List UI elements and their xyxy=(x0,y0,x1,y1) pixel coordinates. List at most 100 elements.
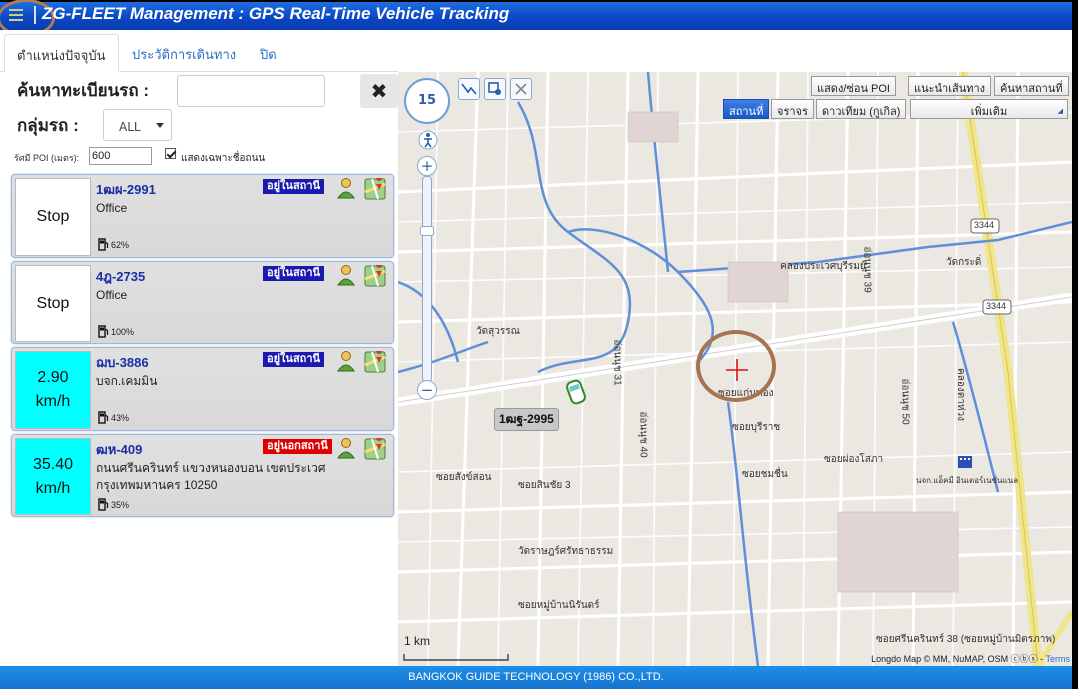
dropdown-corner-icon: ◢ xyxy=(1057,108,1063,115)
left-panel: ค้นหาทะเบียนรถ : ✖ กลุ่มรถ : ALL รัศมี P… xyxy=(0,72,398,666)
close-icon: ✖ xyxy=(370,79,388,103)
chevron-down-icon xyxy=(156,123,164,128)
pan-control[interactable]: 15 xyxy=(404,78,450,124)
map-label: อ่อนนุช 40 xyxy=(637,411,649,458)
speed-box: Stop xyxy=(15,265,91,342)
search-place-button[interactable]: ค้นหาสถานที่ xyxy=(994,76,1069,96)
vehicle-card[interactable]: 2.90 km/h ฌบ-3886 อยู่ในสถานี บจก.เคมมิน … xyxy=(11,347,394,431)
vehicle-plate[interactable]: 1ฒผ-2991 xyxy=(96,179,156,200)
building-icon xyxy=(958,456,972,468)
vehicle-plate[interactable]: ฒห-409 xyxy=(96,439,142,460)
map-label: ซอยผ่องโสภา xyxy=(824,454,884,465)
status-badge: อยู่ในสถานี xyxy=(263,179,325,194)
street-only-checkbox[interactable] xyxy=(165,148,176,159)
route-number: 3344 xyxy=(986,301,1007,311)
google-map-icon[interactable] xyxy=(364,265,386,287)
zoom-slider-handle[interactable] xyxy=(420,226,434,236)
window-border xyxy=(1072,30,1078,666)
map-label: อ่อนนุช 31 xyxy=(611,339,623,386)
vehicle-plate[interactable]: ฌบ-3886 xyxy=(96,352,149,373)
fuel-pump-icon xyxy=(98,498,109,511)
cc-icon: ⓒⓑⓢ xyxy=(1010,654,1038,664)
map-label: ซอยสินชัย 3 xyxy=(518,480,571,491)
layer-satellite-button[interactable]: ดาวเทียม (กูเกิล) xyxy=(816,99,907,119)
map-label: คลองประเวศบุรีรมย์ xyxy=(780,261,866,272)
plate-search-label: ค้นหาทะเบียนรถ : xyxy=(17,81,150,100)
driver-icon[interactable] xyxy=(335,350,357,372)
driver-icon[interactable] xyxy=(335,437,357,459)
vehicle-location: บจก.เคมมิน xyxy=(96,374,158,388)
map-label: อ่อนนุช 50 xyxy=(899,378,911,425)
clear-search-button[interactable]: ✖ xyxy=(360,74,398,108)
tab-bar: ตำแหน่งปัจจุบัน ประวัติการเดินทาง ปิด xyxy=(0,30,398,72)
speed-box: 2.90 km/h xyxy=(15,351,91,429)
footer: BANGKOK GUIDE TECHNOLOGY (1986) CO.,LTD. xyxy=(0,666,1078,689)
map-label: นจก.แอ็คมี อินเตอร์เนชั่นแนล xyxy=(916,476,1018,485)
driver-icon[interactable] xyxy=(335,264,357,286)
driver-icon[interactable] xyxy=(335,177,357,199)
vehicle-group-label: กลุ่มรถ : xyxy=(17,116,79,135)
street-only-label: แสดงเฉพาะชื่อถนน xyxy=(181,153,266,164)
map-attribution: Longdo Map © MM, NuMAP, OSM ⓒⓑⓢ - Terms xyxy=(871,654,1071,664)
map-label: ซอยหมู่บ้านนิรันดร์ xyxy=(518,600,600,611)
map-label: ซอยชมชื่น xyxy=(742,469,788,480)
google-map-icon[interactable] xyxy=(364,438,386,460)
google-map-icon[interactable] xyxy=(364,351,386,373)
menu-icon[interactable] xyxy=(2,4,30,26)
vehicle-card[interactable]: 35.40 km/h ฒห-409 อยู่นอกสถานี ถนนศรีนคริ… xyxy=(11,434,394,517)
vehicle-location: Office xyxy=(96,201,128,215)
vehicle-group-value: ALL xyxy=(119,120,141,134)
speed-box: 35.40 km/h xyxy=(15,438,91,515)
poi-radius-input[interactable] xyxy=(89,147,152,165)
tab-current-location[interactable]: ตำแหน่งปัจจุบัน xyxy=(4,34,119,72)
fuel-level: 62% xyxy=(98,237,129,251)
app-title: ZG-FLEET Management : GPS Real-Time Vehi… xyxy=(42,4,510,23)
vehicle-card[interactable]: Stop 1ฒผ-2991 อยู่ในสถานี Office 62% xyxy=(11,174,394,258)
scale-bar xyxy=(403,654,509,661)
google-map-icon[interactable] xyxy=(364,178,386,200)
title-separator xyxy=(34,6,36,24)
fuel-pump-icon xyxy=(98,238,109,251)
layer-traffic-button[interactable]: จราจร xyxy=(771,99,814,119)
map-label: วัดราษฎร์ศรัทธาธรรม xyxy=(518,546,614,557)
map-label: อ่อนนุช 39 xyxy=(861,246,873,293)
scale-label: 1 km xyxy=(404,634,431,648)
zoom-level: 15 xyxy=(417,93,437,108)
status-badge: อยู่ในสถานี xyxy=(263,352,325,367)
fuel-level: 35% xyxy=(98,497,129,511)
fuel-level: 43% xyxy=(98,410,129,424)
layer-more-dropdown[interactable]: เพิ่มเติม ◢ xyxy=(910,99,1068,119)
poi-radius-label: รัศมี POI (เมตร): xyxy=(14,153,80,163)
highlight-circle xyxy=(696,330,776,402)
vehicle-plate[interactable]: 4ฎ-2735 xyxy=(96,266,145,287)
map-label: ซอยสังข์สอน xyxy=(436,472,492,483)
status-badge: อยู่นอกสถานี xyxy=(263,439,332,454)
route-guide-button[interactable]: แนะนำเส้นทาง xyxy=(908,76,992,96)
area-tool-icon[interactable] xyxy=(484,78,506,100)
zoom-in-button[interactable]: + xyxy=(417,156,437,176)
fuel-level: 100% xyxy=(98,324,134,338)
close-icon[interactable] xyxy=(510,78,532,100)
plate-search-input[interactable] xyxy=(177,75,325,107)
zoom-out-button[interactable]: − xyxy=(417,380,437,400)
fuel-pump-icon xyxy=(98,325,109,338)
speed-box: Stop xyxy=(15,178,91,256)
map-label: ซอยศรีนครินทร์ 38 (ซอยหมู่บ้านมิตรภาพ) xyxy=(876,634,1056,645)
measure-tool-icon[interactable] xyxy=(458,78,480,100)
map-label: ซอยบุรีราช xyxy=(732,422,781,433)
tab-close[interactable]: ปิด xyxy=(248,34,289,72)
fuel-pump-icon xyxy=(98,411,109,424)
vehicle-card[interactable]: Stop 4ฎ-2735 อยู่ในสถานี Office 100% xyxy=(11,261,394,344)
toggle-poi-button[interactable]: แสดง/ซ่อน POI xyxy=(811,76,896,96)
map-label: วัดกระดิ่ xyxy=(946,257,982,268)
street-view-icon[interactable] xyxy=(418,130,438,150)
map-view[interactable]: คลองประเวศบุรีรมย์ วัดสุวรรณ วัดกระดิ่ ซ… xyxy=(398,72,1072,666)
zoom-slider[interactable] xyxy=(422,176,432,382)
title-bar: ZG-FLEET Management : GPS Real-Time Vehi… xyxy=(0,0,1078,37)
vehicle-map-label[interactable]: 1ฒฐ-2995 xyxy=(494,408,559,431)
layer-places-button[interactable]: สถานที่ xyxy=(723,99,770,119)
vehicle-location: Office xyxy=(96,288,128,302)
terms-link[interactable]: Terms xyxy=(1046,654,1071,664)
vehicle-group-select[interactable]: ALL xyxy=(103,109,172,141)
tab-travel-history[interactable]: ประวัติการเดินทาง xyxy=(120,34,248,72)
